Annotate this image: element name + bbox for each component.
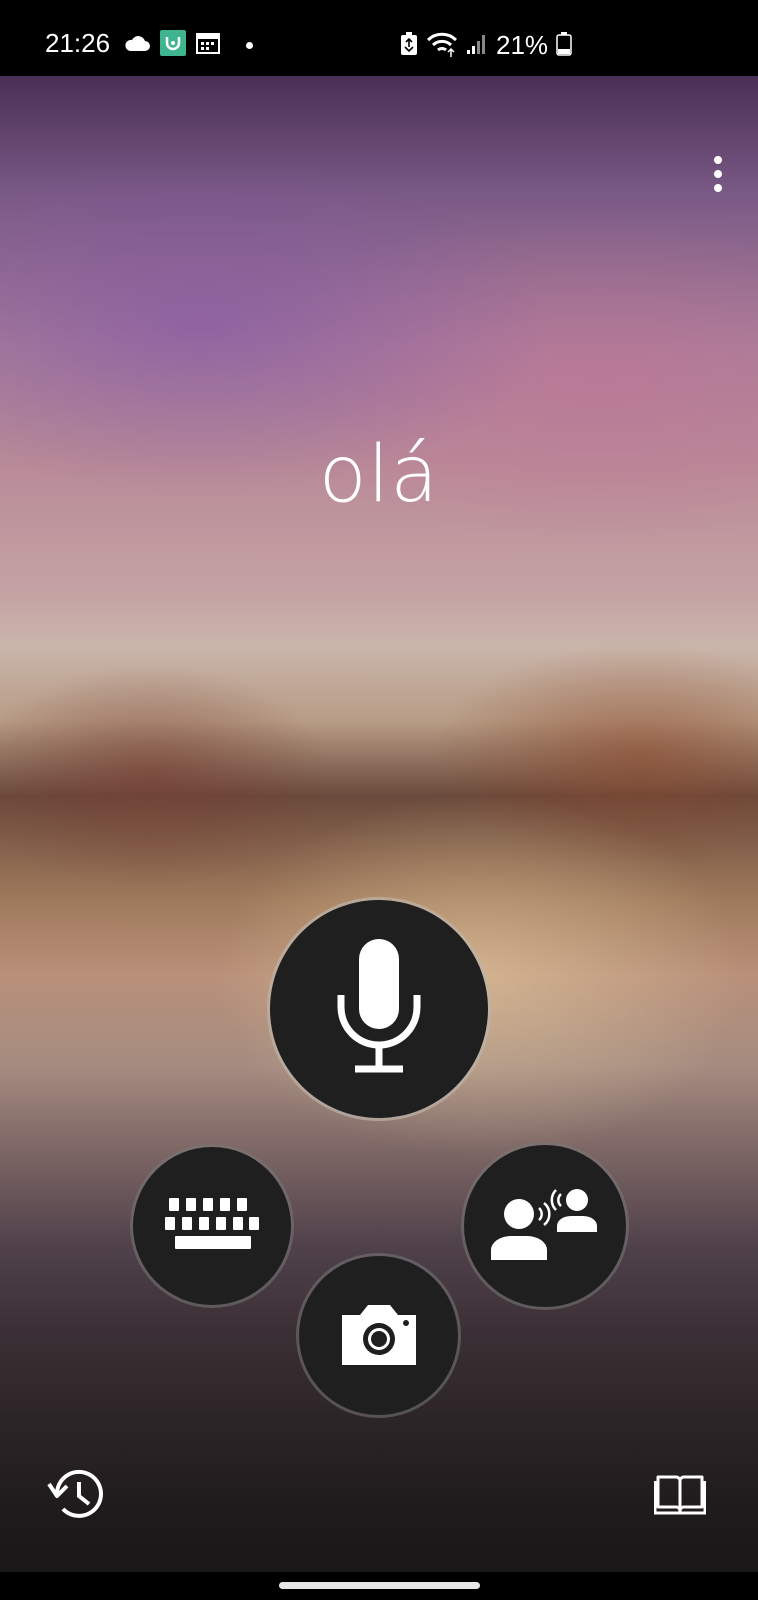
battery-percent: 21% xyxy=(496,30,549,60)
history-icon xyxy=(47,1466,105,1526)
battery-icon xyxy=(556,31,572,60)
translation-text: olá xyxy=(318,430,440,520)
phrasebook-icon xyxy=(653,1471,707,1519)
status-right-icons: 21% xyxy=(400,30,572,61)
menu-dot xyxy=(714,170,722,178)
microphone-icon xyxy=(329,937,429,1081)
mi-app-icon xyxy=(160,30,186,60)
notification-dot xyxy=(246,41,253,49)
status-time: 21:26 xyxy=(45,28,111,58)
keyboard-icon xyxy=(165,1196,259,1256)
menu-dot xyxy=(714,156,722,164)
wifi-icon xyxy=(426,31,458,61)
phrasebook-button[interactable] xyxy=(652,1470,708,1520)
battery-saver-icon xyxy=(400,31,418,60)
cloud-icon xyxy=(124,34,150,56)
conversation-icon xyxy=(489,1186,601,1266)
signal-icon xyxy=(466,33,488,59)
home-indicator[interactable] xyxy=(279,1582,480,1589)
status-left-icons xyxy=(124,30,253,60)
more-options-button[interactable] xyxy=(700,150,736,198)
calendar-icon xyxy=(196,32,220,58)
keyboard-input-button[interactable] xyxy=(133,1147,291,1305)
camera-icon xyxy=(338,1301,420,1371)
history-button[interactable] xyxy=(45,1465,107,1527)
conversation-button[interactable] xyxy=(464,1145,626,1307)
microphone-button[interactable] xyxy=(270,900,488,1118)
menu-dot xyxy=(714,184,722,192)
camera-button[interactable] xyxy=(299,1256,458,1415)
status-bar: 21:26 21% xyxy=(0,0,758,76)
